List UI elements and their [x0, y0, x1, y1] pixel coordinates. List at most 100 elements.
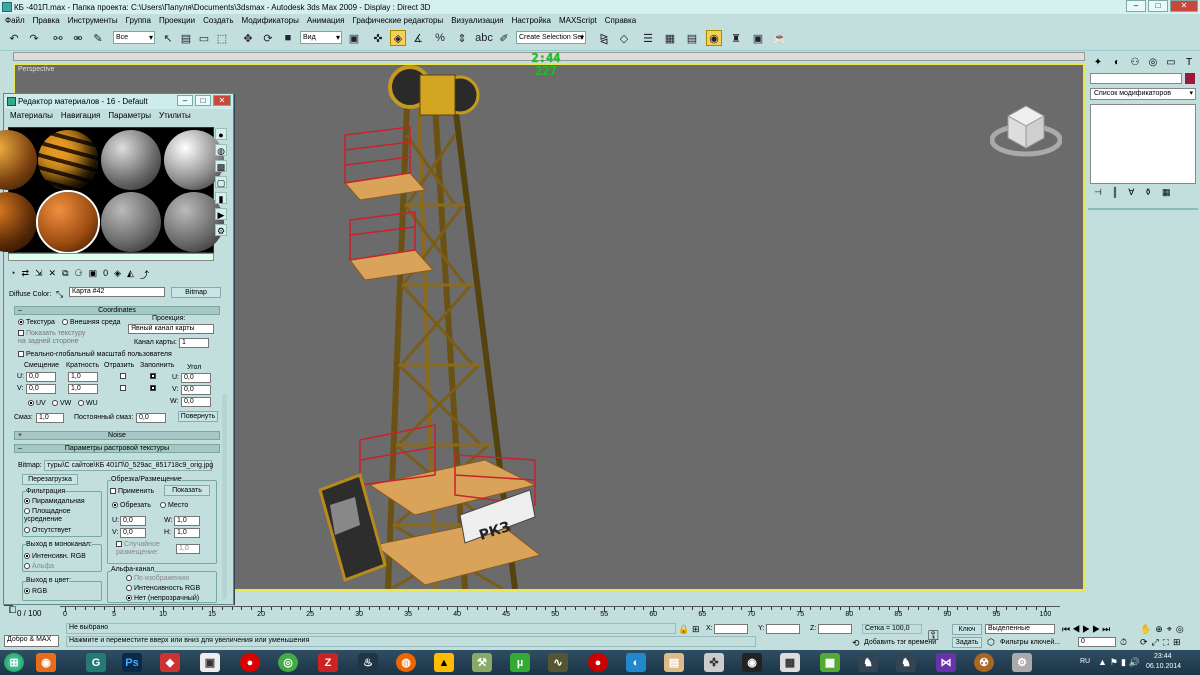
menu-modifiers[interactable]: Модификаторы [241, 16, 298, 25]
firefox-icon[interactable]: ◉ [36, 653, 56, 672]
coordinates-rollout[interactable]: – Coordinates [14, 306, 220, 315]
app-icon-wave[interactable]: ∿ [548, 653, 568, 672]
sample-slot[interactable] [101, 130, 161, 190]
video-check-icon[interactable]: ▮ [215, 192, 227, 204]
me-menu-options[interactable]: Параметры [108, 111, 151, 123]
chrome-icon[interactable]: ◎ [278, 653, 298, 672]
named-selection-icon[interactable]: abc [475, 30, 493, 46]
menu-file[interactable]: Файл [5, 16, 25, 25]
put-to-library-icon[interactable]: ▣ [89, 268, 98, 282]
assign-to-selection-icon[interactable]: ⇲ [35, 268, 43, 282]
rect-selection-icon[interactable]: ▭ [196, 30, 212, 46]
app-icon-orange[interactable]: ◍ [396, 653, 416, 672]
menu-rendering[interactable]: Визуализация [451, 16, 503, 25]
bitmap-path-button[interactable]: туры\С сайтов\КБ 401П\0_529ac_851718c9_o… [44, 460, 213, 471]
material-editor-icon[interactable]: ◉ [706, 30, 722, 46]
uv-tiling-icon[interactable]: ▢ [215, 176, 227, 188]
me-maximize-button[interactable]: □ [195, 95, 211, 106]
object-name-field[interactable] [1090, 73, 1182, 84]
app-icon-ghost-2[interactable]: ♞ [896, 653, 916, 672]
options-icon[interactable]: ⚙ [215, 224, 227, 236]
hierarchy-tab-icon[interactable]: ⚇ [1127, 55, 1143, 69]
jitter-field[interactable]: 1,0 [176, 544, 200, 554]
get-material-icon[interactable]: ◔ [10, 268, 15, 282]
maxscript-listener[interactable]: Добро & MAX [4, 635, 59, 647]
crop-apply-checkbox[interactable]: Применить [110, 488, 154, 495]
app-icon-radiation[interactable]: ☢ [974, 653, 994, 672]
rotate-button[interactable]: Повернуть [178, 411, 218, 422]
viewport-nav-icons[interactable]: ✋⊕⌖◎ [1140, 624, 1188, 635]
app-icon[interactable] [2, 2, 12, 12]
me-menu-materials[interactable]: Материалы [10, 111, 53, 123]
menu-edit[interactable]: Правка [33, 16, 60, 25]
alpha-image-radio[interactable]: По изображению [126, 575, 189, 582]
texture-radio[interactable]: Текстура [18, 319, 55, 326]
current-frame-field[interactable]: 0 [1078, 637, 1116, 647]
select-manipulate-icon[interactable]: ✜ [370, 30, 386, 46]
quick-render-icon[interactable]: ☕ [772, 30, 788, 46]
reset-map-icon[interactable]: ✕ [49, 268, 57, 282]
gamepad-icon[interactable]: ✜ [704, 653, 724, 672]
sample-slot[interactable] [0, 192, 37, 252]
make-unique-icon[interactable]: ⚆ [75, 268, 83, 282]
crop-view-button[interactable]: Показать [164, 485, 210, 496]
start-button[interactable]: ⊞ [4, 653, 24, 672]
map-name-field[interactable]: Карта #42 [69, 287, 165, 297]
modifier-list-dropdown[interactable]: Список модификаторов [1090, 88, 1196, 100]
mirror-icon[interactable]: ⧎ [596, 30, 612, 46]
utorrent-icon[interactable]: µ [510, 653, 530, 672]
me-menu-navigation[interactable]: Навигация [61, 111, 101, 123]
u-tiling-field[interactable]: 1,0 [68, 372, 98, 382]
pyramidal-radio[interactable]: Пирамидальная [24, 498, 85, 505]
bitmap-params-rollout[interactable]: – Параметры растровой текстуры [14, 444, 220, 453]
backlight-icon[interactable]: ◍ [215, 144, 227, 156]
app-icon-dx[interactable]: Z [318, 653, 338, 672]
minimize-button[interactable]: – [1126, 0, 1146, 12]
u-angle-field[interactable]: 0,0 [181, 373, 211, 383]
crop-w-field[interactable]: 1,0 [174, 516, 200, 526]
percent-snap-icon[interactable]: % [432, 30, 448, 46]
remove-modifier-icon[interactable]: ⚱ [1144, 187, 1152, 201]
window-crossing-icon[interactable]: ⬚ [214, 30, 230, 46]
app-icon-blue[interactable]: ◐ [626, 653, 646, 672]
sample-slot[interactable] [101, 192, 161, 252]
u-mirror-checkbox[interactable] [120, 373, 128, 380]
timeline-ruler[interactable]: 0 5 10 15 20 25 30 35 40 45 50 55 60 65 70 75 80 85 90 95 10… [60, 606, 1060, 619]
edit-named-sel-icon[interactable]: ✐ [496, 30, 512, 46]
menu-views[interactable]: Проекции [159, 16, 195, 25]
wu-radio[interactable]: WU [78, 400, 98, 407]
app-icon-triangle[interactable]: ▲ [434, 653, 454, 672]
menu-customize[interactable]: Настройка [512, 16, 551, 25]
crop-v-field[interactable]: 0,0 [120, 528, 146, 538]
no-filter-radio[interactable]: Отсутствует [24, 527, 71, 534]
object-color-swatch[interactable] [1185, 73, 1195, 84]
visual-studio-icon[interactable]: ⋈ [936, 653, 956, 672]
select-by-name-icon[interactable]: ▤ [178, 30, 194, 46]
crop-radio[interactable]: Обрезать [112, 502, 151, 509]
layer-manager-icon[interactable]: ☰ [640, 30, 656, 46]
playback-controls[interactable]: ⏮◀▶▶⏭ [1062, 624, 1112, 635]
3dsmax-taskbar-icon[interactable]: G [86, 653, 106, 672]
rotate-icon[interactable]: ⟳ [260, 30, 276, 46]
close-button[interactable]: ✕ [1170, 0, 1198, 12]
menu-maxscript[interactable]: MAXScript [559, 16, 597, 25]
time-slider-icon[interactable]: ⧠ [9, 605, 16, 616]
rgb-output-radio[interactable]: RGB [24, 588, 47, 595]
align-icon[interactable]: ◇ [616, 30, 632, 46]
y-coord-field[interactable] [766, 624, 800, 634]
blur-field[interactable]: 1,0 [36, 413, 64, 423]
u-tile-checkbox[interactable] [150, 373, 158, 380]
summed-area-radio[interactable]: Площадное усреднение [24, 508, 99, 524]
make-copy-icon[interactable]: ⧉ [62, 268, 68, 282]
z-coord-field[interactable] [818, 624, 852, 634]
pivot-icon[interactable]: ▣ [346, 30, 362, 46]
me-minimize-button[interactable]: – [177, 95, 193, 106]
unlink-icon[interactable]: ⚮ [70, 30, 86, 46]
menu-tools[interactable]: Инструменты [68, 16, 118, 25]
map-type-button[interactable]: Bitmap [171, 287, 221, 298]
show-map-in-viewport-icon[interactable]: ◈ [114, 268, 121, 282]
show-end-result-icon[interactable]: ║ [1112, 187, 1118, 201]
ref-coord-dropdown[interactable]: Вид [300, 31, 342, 44]
modifier-stack[interactable] [1090, 104, 1196, 184]
motion-tab-icon[interactable]: ◎ [1145, 55, 1161, 69]
